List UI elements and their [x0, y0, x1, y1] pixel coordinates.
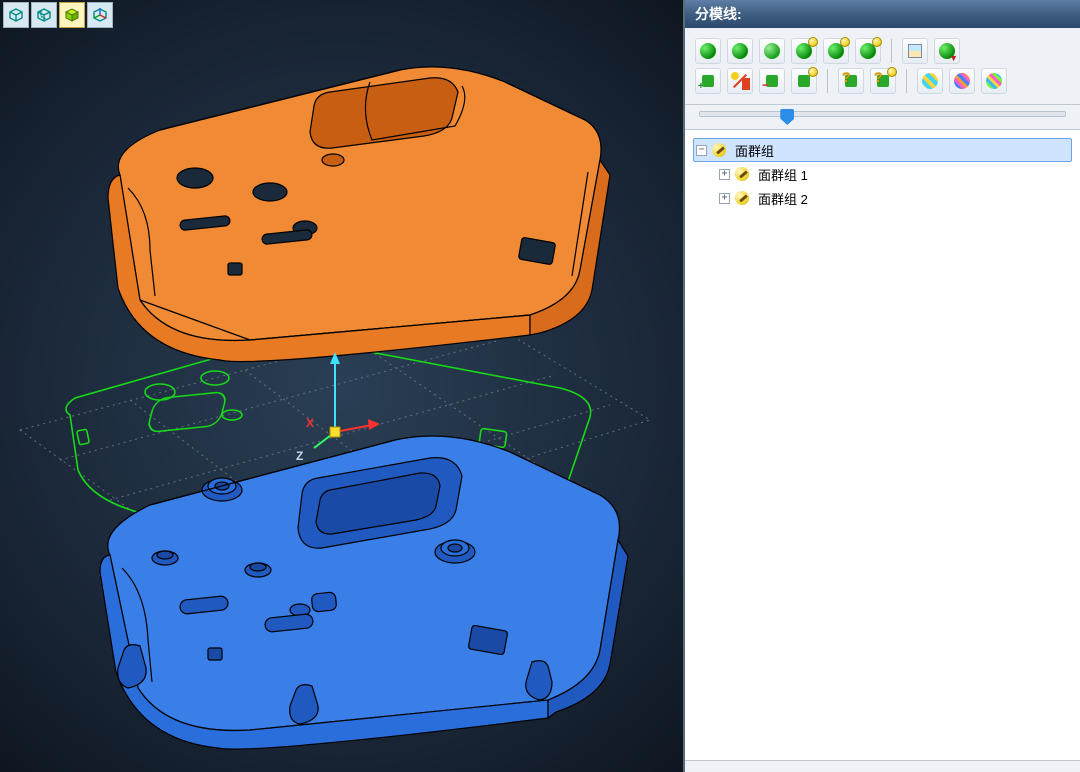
sphere-green-smile-2-button[interactable] — [823, 38, 849, 64]
slash-red-dot-button[interactable] — [727, 68, 753, 94]
axis-x-label: X — [306, 416, 314, 430]
view-toolbar — [0, 0, 116, 30]
stripes-sphere-1-button[interactable] — [917, 68, 943, 94]
panel-toolbar-row-2: + − ? ? — [695, 68, 1070, 94]
panel-toolbar-row-1: ▼ — [695, 38, 1070, 64]
threshold-slider — [685, 105, 1080, 130]
axis-z-label: Z — [296, 449, 303, 463]
panel-title: 分模线: — [685, 0, 1080, 28]
tree-child-1-row[interactable]: + 面群组 1 — [693, 162, 1072, 186]
tree-collapse-root-button[interactable]: − — [696, 145, 707, 156]
face-group-tree: − 面群组 + 面群组 1 + 面群组 2 — [685, 130, 1080, 760]
split-doc-button[interactable] — [902, 38, 928, 64]
tree-child-2-label: 面群组 2 — [754, 189, 808, 208]
tree-expand-child-2-button[interactable]: + — [719, 193, 730, 204]
slider-track[interactable] — [699, 111, 1066, 117]
question-cube-1-button[interactable]: ? — [838, 68, 864, 94]
scene-canvas: X Z — [0, 0, 683, 772]
stripes-sphere-3-button[interactable] — [981, 68, 1007, 94]
view-cube-shaded-button[interactable] — [59, 2, 85, 28]
toolbar-separator-3 — [906, 69, 907, 93]
question-cube-2-button[interactable]: ? — [870, 68, 896, 94]
panel-footer — [685, 760, 1080, 772]
tree-child-2-row[interactable]: + 面群组 2 — [693, 186, 1072, 210]
smile-green-cube-button[interactable] — [791, 68, 817, 94]
toolbar-separator — [891, 39, 892, 63]
model-bottom-part — [100, 436, 628, 749]
tree-child-1-label: 面群组 1 — [754, 165, 808, 184]
wrench-icon — [711, 142, 727, 158]
stripes-sphere-2-button[interactable] — [949, 68, 975, 94]
panel-toolbar: ▼ + − ? ? — [685, 28, 1080, 105]
tree-expand-child-1-button[interactable]: + — [719, 169, 730, 180]
panel-body: ▼ + − ? ? — [685, 28, 1080, 772]
axis-gizmo: X Z — [296, 352, 380, 463]
sphere-green-2-button[interactable] — [727, 38, 753, 64]
view-cube-axis-button[interactable] — [87, 2, 113, 28]
wrench-icon — [734, 166, 750, 182]
minus-green-cube-button[interactable]: − — [759, 68, 785, 94]
model-top-part — [108, 67, 610, 362]
tree-root-label: 面群组 — [731, 141, 774, 160]
workspace: X Z 分模线: ▼ + — [0, 0, 1080, 772]
sphere-green-smile-3-button[interactable] — [855, 38, 881, 64]
sphere-green-smile-1-button[interactable] — [791, 38, 817, 64]
side-panel: 分模线: ▼ + − — [683, 0, 1080, 772]
tree-root-row[interactable]: − 面群组 — [693, 138, 1072, 162]
viewport-3d[interactable]: X Z — [0, 0, 683, 772]
wrench-icon — [734, 190, 750, 206]
plus-green-cube-button[interactable]: + — [695, 68, 721, 94]
sphere-green-down-button[interactable]: ▼ — [934, 38, 960, 64]
sphere-green-1-button[interactable] — [695, 38, 721, 64]
view-cube-wire-2-button[interactable] — [31, 2, 57, 28]
toolbar-separator-2 — [827, 69, 828, 93]
slider-thumb[interactable] — [780, 109, 794, 125]
sphere-green-lines-button[interactable] — [759, 38, 785, 64]
view-cube-wire-1-button[interactable] — [3, 2, 29, 28]
